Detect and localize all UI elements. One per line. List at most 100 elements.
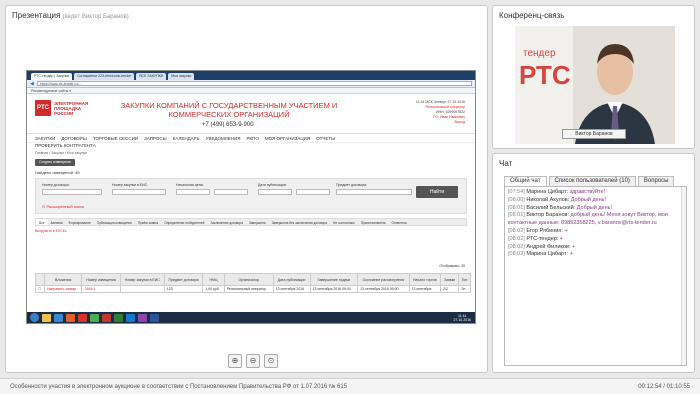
zoom-out-icon[interactable]: ⊖ [246,354,260,368]
logout-link[interactable]: Выход [416,120,465,125]
status-tab[interactable]: Отменена [389,219,410,225]
nav-item[interactable]: РКПО [246,136,258,141]
eis-number-input[interactable] [112,189,166,195]
results-table: Вложения Номер извещения Номер закупки в… [35,273,471,293]
status-tab[interactable]: Не состоялась [330,219,358,225]
shared-screen: РТС-тендер | Закупки Соглашение 223-elec… [26,70,476,324]
browser-tab[interactable]: Мои закупки [168,73,195,80]
word-icon[interactable] [150,313,159,322]
tab-user-list[interactable]: Список пользователей (10) [548,176,636,186]
table-header[interactable]: Завершение подачи [309,273,359,286]
chat-scrollbar[interactable] [681,187,686,365]
site-header: РТС ЭЛЕКТРОННАЯ ПЛОЩАДКА РОССИИ ЗАКУПКИ … [27,94,475,134]
zoom-fit-icon[interactable]: ⊙ [264,354,278,368]
status-tab[interactable]: Формирование [66,219,94,225]
app-icon[interactable] [138,313,147,322]
export-excel-link[interactable]: Выгрузить в EXCEL [27,226,475,233]
table-row[interactable]: ☐ Направить заявку 2460/1 123 1,00 руб. … [35,285,471,293]
start-icon[interactable] [30,313,39,322]
nav-item[interactable]: ЗАКУПКИ [35,136,55,141]
backdrop-logo: РТС [519,60,571,90]
excel-icon[interactable] [114,313,123,322]
opera-icon[interactable] [78,313,87,322]
zoom-controls: ⊕ ⊖ ⊙ [228,354,278,368]
folder-icon[interactable] [42,313,51,322]
tab-questions[interactable]: Вопросы [637,176,675,186]
table-header[interactable]: Тип [458,273,471,286]
nav-item[interactable]: ЗАПРОСЫ [144,136,167,141]
browser-tab[interactable]: Соглашение 223-electronic-tender [74,73,135,80]
message-time: [08:02] [508,251,525,258]
nav-item[interactable]: МОЯ ОРГАНИЗАЦИЯ [265,136,310,141]
table-cell [119,285,165,293]
message-author: Егор Рябинин: [526,227,563,234]
nav-item-check-counterparty[interactable]: ПРОВЕРИТЬ КОНТРАГЕНТА [27,143,475,150]
date-from-input[interactable] [258,189,292,195]
browser-tab[interactable]: ВСЕ ЗАКУПКИ [136,73,167,80]
price-to-input[interactable] [214,189,248,195]
table-header[interactable]: Окончание рассмотрения [357,273,410,286]
zoom-in-icon[interactable]: ⊕ [228,354,242,368]
table-cell[interactable]: 2460/1 [81,285,121,293]
table-header [35,273,45,286]
breadcrumb[interactable]: Главная / Закупки / Мои закупки [27,150,475,156]
nav-item[interactable]: ОТЧЕТЫ [316,136,335,141]
status-tab[interactable]: Завершена [246,219,269,225]
date-to-input[interactable] [296,189,330,195]
chat-message: [08:02] РТС-тендер: + [508,236,683,244]
filter-label: Начальная цена: [176,183,204,187]
skype-icon[interactable] [126,313,135,322]
nav-item[interactable]: ДОГОВОРЫ [61,136,87,141]
status-tabs: Все Активна Формирование Публикация изве… [35,218,467,226]
chrome-icon[interactable] [90,313,99,322]
advanced-search-link[interactable]: ⊙ Расширенный поиск [42,204,84,209]
browser-tab[interactable]: РТС-тендер | Закупки [31,73,73,80]
status-tab[interactable]: Все [36,219,48,225]
page-size-select[interactable]: Отображать: 20 [439,264,465,268]
logo-caption: ЭЛЕКТРОННАЯ ПЛОЩАДКА РОССИИ [54,101,88,116]
playback-time: 00:12:54 / 01:10:55 [638,384,690,390]
status-tab[interactable]: Приём заявок [135,219,161,225]
pdf-icon[interactable] [102,313,111,322]
backdrop-text: тендер [523,48,556,59]
status-tab[interactable]: Определение победителей [161,219,207,225]
table-header[interactable]: НМЦ [202,273,225,286]
logo-caption-line: РОССИИ [54,111,74,116]
firefox-icon[interactable] [66,313,75,322]
site-nav: ЗАКУПКИ ДОГОВОРЫ ТОРГОВЫЕ СЕССИИ ЗАПРОСЫ… [27,134,475,143]
message-author: Василий Бельский: [526,204,576,211]
nav-item[interactable]: ТОРГОВЫЕ СЕССИИ [93,136,138,141]
tab-general-chat[interactable]: Общий чат [504,176,547,186]
contract-number-input[interactable] [42,189,102,195]
filter-label: Номер договора: [42,183,70,187]
back-icon[interactable]: ◀ [30,81,34,87]
status-tab[interactable]: Публикация извещения [94,219,135,225]
table-header[interactable]: Номер извещения [81,273,121,286]
presentation-host: (ведет Виктор Баранов) [62,14,129,20]
message-time: [08:01] [508,212,525,219]
table-header[interactable]: Организатор [223,273,274,286]
nav-item[interactable]: УВЕДОМЛЕНИЯ [206,136,241,141]
ie-icon[interactable] [54,313,63,322]
message-time: [08:00] [508,196,525,203]
nav-item[interactable]: КАЛЕНДАРЬ [173,136,200,141]
status-tab[interactable]: Активна [48,219,66,225]
status-tab[interactable]: Приостановлена [358,219,389,225]
table-header[interactable]: Начало торгов [408,273,442,286]
table-cell: 13 сентября [408,285,442,293]
status-tab[interactable]: Завершена без заключения договора [269,219,330,225]
create-notice-button[interactable]: Создать извещение [35,159,75,166]
table-header[interactable]: Предмет договора [163,273,204,286]
table-header[interactable]: Номер закупки в ЕИС [119,273,165,286]
subject-input[interactable] [336,189,412,195]
url-field[interactable]: https://www.rts-tender.ru/... [36,81,472,86]
table-header[interactable]: Заявки [440,273,459,286]
table-cell[interactable]: Направить заявку [43,285,83,293]
message-author: Виктор Баранов: [526,212,570,219]
find-button[interactable]: Найти [416,186,458,198]
price-from-input[interactable] [176,189,210,195]
table-header[interactable]: Дата публикации [272,273,311,286]
row-checkbox[interactable]: ☐ [35,285,45,293]
status-tab[interactable]: Заключение договора [207,219,245,225]
rts-logo[interactable]: РТС [35,100,51,116]
